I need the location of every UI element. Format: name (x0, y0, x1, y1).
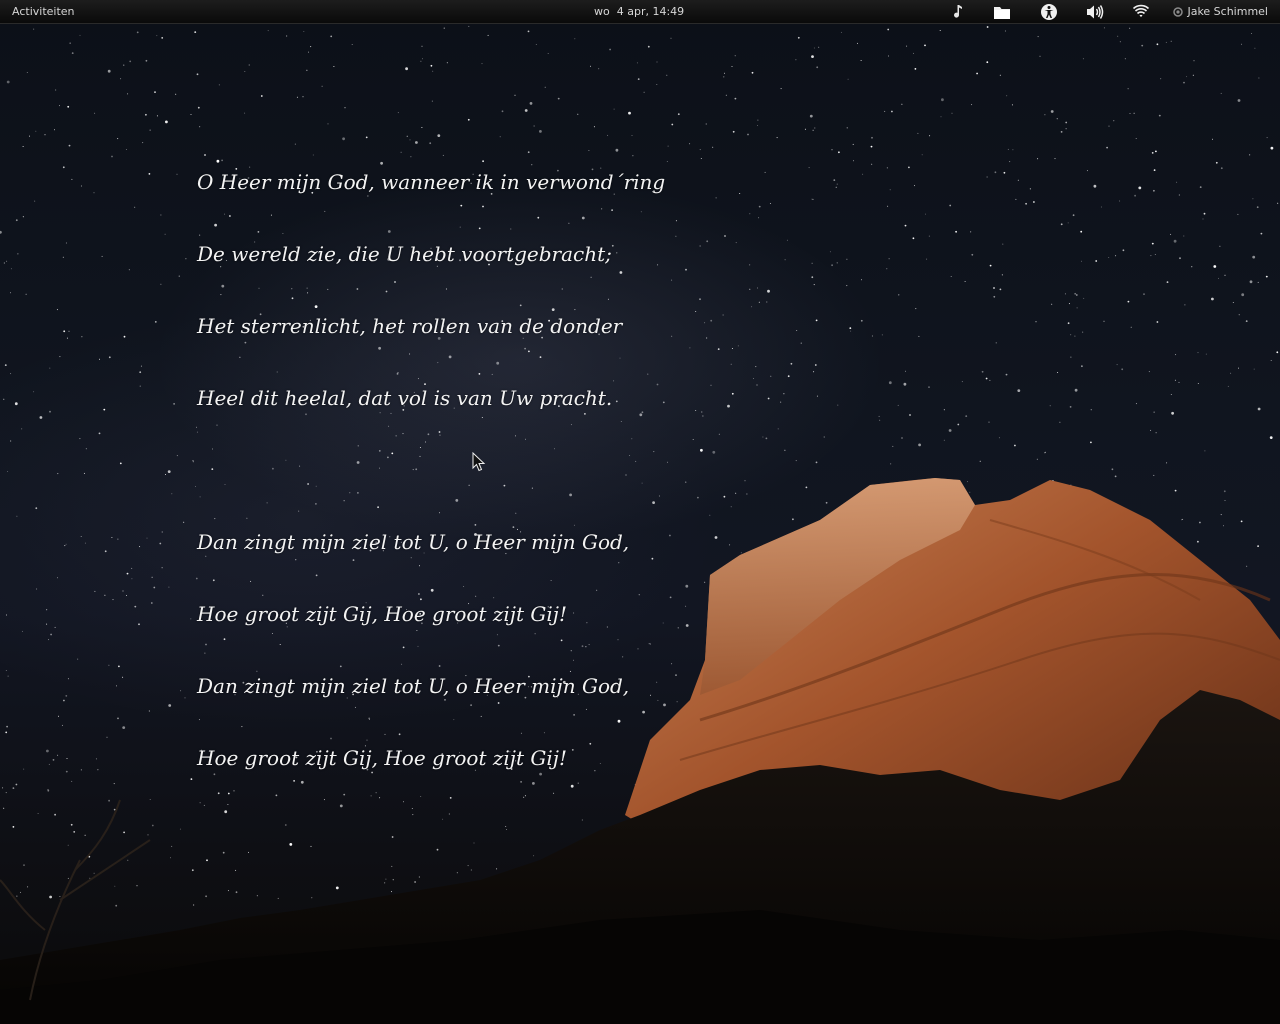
volume-icon[interactable] (1086, 3, 1104, 21)
poem-line: Dan zingt mijn ziel tot U, o Heer mijn G… (197, 674, 630, 698)
user-status-icon (1173, 6, 1184, 17)
folder-icon[interactable] (993, 3, 1011, 21)
user-menu[interactable]: Jake Schimmel (1173, 5, 1268, 18)
wifi-icon[interactable] (1132, 3, 1150, 21)
stanza-gap (197, 458, 665, 482)
activities-button[interactable]: Activiteiten (12, 5, 75, 18)
desktop-background: O Heer mijn God, wanneer ik in verwond´r… (0, 0, 1280, 1024)
poem-text: O Heer mijn God, wanneer ik in verwond´r… (197, 122, 665, 818)
poem-line: Hoe groot zijt Gij, Hoe groot zijt Gij! (197, 602, 567, 626)
music-note-icon[interactable] (948, 3, 966, 21)
poem-line: Hoe groot zijt Gij, Hoe groot zijt Gij! (197, 746, 567, 770)
poem-line: O Heer mijn God, wanneer ik in verwond´r… (197, 170, 666, 194)
top-panel: Activiteiten wo 4 apr, 14:49 Jake Schimm… (0, 0, 1280, 24)
mouse-pointer-icon (472, 452, 486, 472)
poem-line: Heel dit heelal, dat vol is van Uw prach… (197, 386, 613, 410)
user-name: Jake Schimmel (1187, 5, 1268, 18)
accessibility-icon[interactable] (1040, 3, 1058, 21)
clock-button[interactable]: wo 4 apr, 14:49 (594, 5, 684, 18)
poem-line: De wereld zie, die U hebt voortgebracht; (197, 242, 612, 266)
poem-line: Het sterrenlicht, het rollen van de dond… (197, 314, 623, 338)
poem-line: Dan zingt mijn ziel tot U, o Heer mijn G… (197, 530, 630, 554)
